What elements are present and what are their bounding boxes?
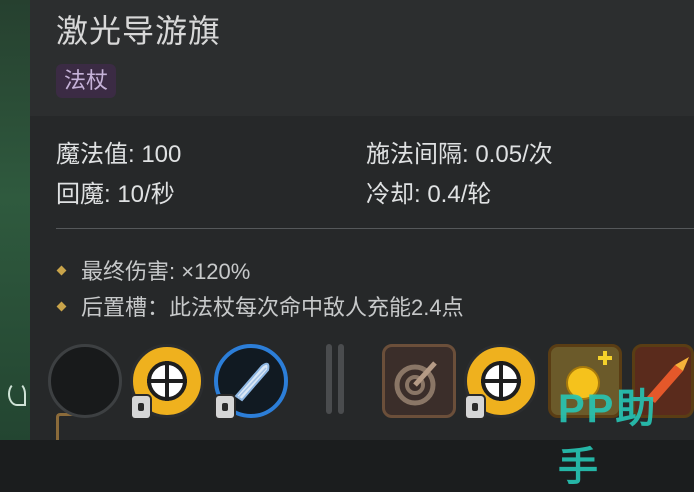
- watermark-logo: PP助手: [558, 387, 658, 489]
- effect-item: 后置槽：此法杖每次命中敌人充能2.4点: [56, 290, 464, 322]
- spell-slot-empty[interactable]: [48, 344, 122, 418]
- slot-separator: [338, 344, 344, 414]
- divider: [56, 228, 694, 229]
- stat-cooldown: 冷却: 0.4/轮: [366, 181, 492, 208]
- crosshair-icon: [147, 361, 187, 401]
- background-strip: [0, 0, 30, 440]
- lock-icon: [216, 396, 234, 418]
- stat-cast-interval: 施法间隔: 0.05/次: [366, 141, 553, 168]
- frame-corner: [56, 413, 73, 440]
- spell-slot-arrow-target[interactable]: [382, 344, 456, 418]
- lock-icon: [132, 396, 150, 418]
- rope-icon: [8, 382, 26, 406]
- item-title: 激光导游旗: [56, 13, 222, 49]
- diamond-bullet-icon: [56, 265, 67, 275]
- arrow-target-icon: [394, 361, 437, 406]
- effect-text: 最终伤害: ×120%: [81, 259, 251, 284]
- effect-item: 最终伤害: ×120%: [56, 254, 250, 286]
- effect-text: 后置槽：此法杖每次命中敌人充能2.4点: [81, 295, 464, 320]
- crosshair-icon: [481, 361, 521, 401]
- lock-icon: [466, 396, 484, 418]
- item-type-tag: 法杖: [56, 64, 117, 98]
- stat-mana-regen: 回魔: 10/秒: [56, 181, 175, 208]
- item-tooltip-panel: 激光导游旗 法杖 魔法值: 100 施法间隔: 0.05/次 回魔: 10/秒 …: [30, 0, 694, 489]
- slot-separator: [326, 344, 332, 414]
- diamond-bullet-icon: [56, 301, 67, 311]
- stat-mana: 魔法值: 100: [56, 141, 182, 168]
